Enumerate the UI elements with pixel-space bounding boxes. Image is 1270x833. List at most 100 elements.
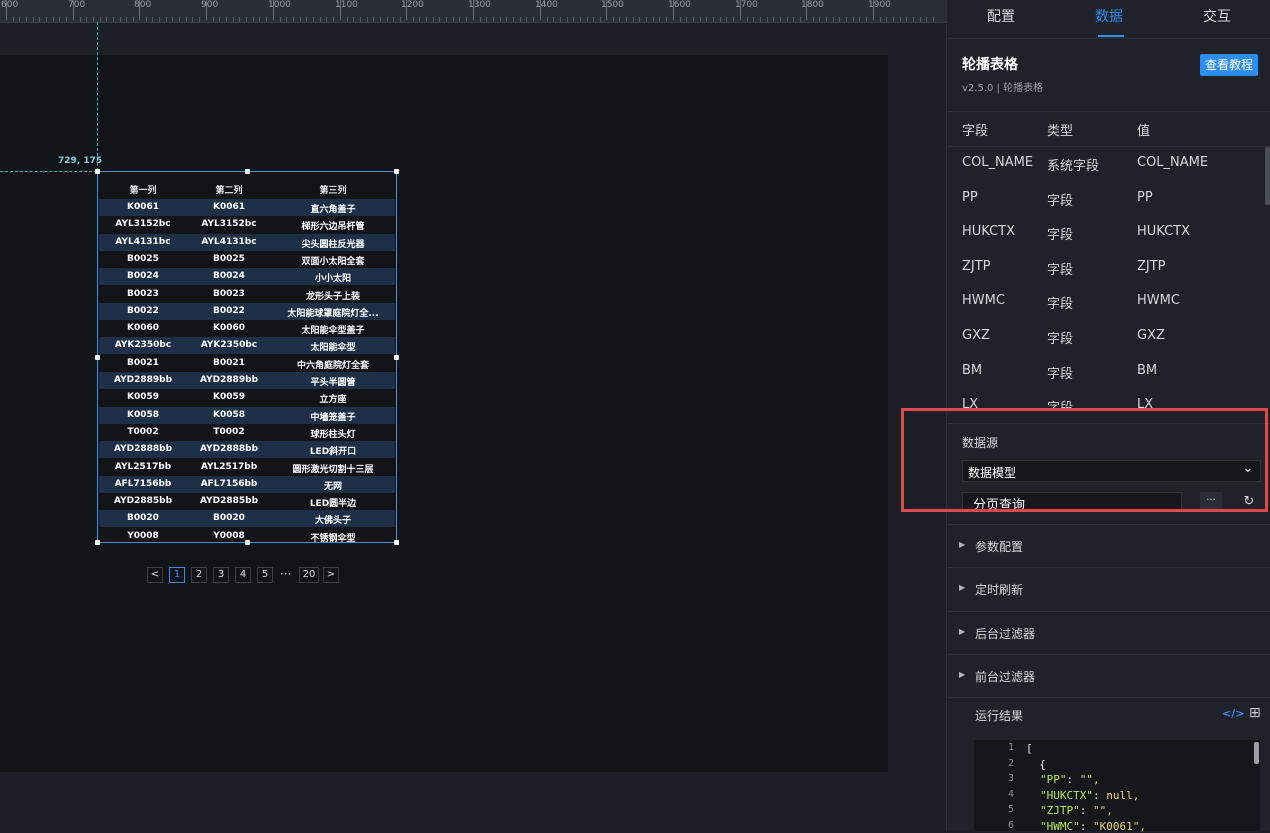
ruler-minor-tick xyxy=(787,17,788,22)
code-view-icon[interactable]: </> xyxy=(1222,707,1244,720)
scrollbar[interactable] xyxy=(1265,147,1270,205)
section-backend-filter[interactable]: ▶ 后台过滤器 xyxy=(947,611,1270,655)
resize-handle[interactable] xyxy=(394,540,399,545)
line-number: 1 xyxy=(1007,742,1014,753)
section-param-config[interactable]: ▶ 参数配置 xyxy=(947,524,1270,568)
ruler-minor-tick xyxy=(433,17,434,22)
table-cell: AYK2350bc xyxy=(114,340,172,351)
json-value: "", xyxy=(1093,804,1113,817)
ruler-minor-tick xyxy=(59,17,60,22)
table-cell: AYD2885bb xyxy=(199,496,259,507)
table-cell: K0060 xyxy=(212,323,246,334)
ruler-minor-tick xyxy=(106,17,107,22)
ruler-minor-tick xyxy=(439,17,440,22)
table-cell: 中六角庭院灯全套 xyxy=(296,360,369,371)
ruler-label: 800 xyxy=(134,0,152,10)
resize-handle[interactable] xyxy=(394,169,399,174)
table-cell: K0059 xyxy=(126,392,160,403)
table-row: B0021 B0021 中六角庭院灯全套 xyxy=(99,355,395,372)
table-view-icon[interactable]: ⊞ xyxy=(1249,705,1261,721)
pagination-page-button[interactable]: 20 xyxy=(299,567,319,583)
table-cell: K0061 xyxy=(212,202,246,212)
table-cell: 中墙笼盖子 xyxy=(310,412,356,423)
field-row[interactable]: COL_NAME 系统字段 COL_NAME xyxy=(947,147,1267,181)
table-cell: AYD2889bb xyxy=(199,375,259,385)
field-row[interactable]: LX 字段 LX xyxy=(947,389,1267,410)
section-frontend-filter[interactable]: ▶ 前台过滤器 xyxy=(947,654,1270,698)
ruler-minor-tick xyxy=(893,17,894,22)
ruler-minor-tick xyxy=(933,17,934,22)
ruler-minor-tick xyxy=(666,17,667,22)
table-cell: B0021 xyxy=(127,357,159,368)
table-cell: 太阳能伞型 xyxy=(310,343,356,354)
ruler-minor-tick xyxy=(179,17,180,22)
ruler-minor-tick xyxy=(573,17,574,22)
ruler-minor-tick xyxy=(633,17,634,22)
scrollbar[interactable] xyxy=(1254,742,1259,764)
ruler-label: 1400 xyxy=(535,0,558,10)
ruler-minor-tick xyxy=(19,17,20,22)
field-cell: 字段 xyxy=(1047,332,1074,347)
ruler-minor-tick xyxy=(286,17,287,22)
tab-data[interactable]: 数据 xyxy=(1055,0,1163,38)
resize-handle[interactable] xyxy=(95,540,100,545)
pagination-page-button[interactable]: 5 xyxy=(257,567,273,583)
pagination-prev-button[interactable]: < xyxy=(147,567,163,583)
column-header: 字段 xyxy=(962,124,989,139)
ruler-minor-tick xyxy=(146,17,147,22)
field-row[interactable]: HUKCTX 字段 HUKCTX xyxy=(947,216,1267,250)
ruler-minor-tick xyxy=(293,17,294,22)
ruler-minor-tick xyxy=(380,17,381,22)
ruler-label: 1200 xyxy=(401,0,424,10)
resize-handle[interactable] xyxy=(95,169,100,174)
pagination-next-button[interactable]: > xyxy=(323,567,339,583)
ruler-minor-tick xyxy=(486,17,487,22)
resize-handle[interactable] xyxy=(245,169,250,174)
carousel-table-widget[interactable]: 第一列 第二列 第三列 K0061 K0061 直六角盖子 AYL3152bc AYL3… xyxy=(95,169,399,545)
pagination-page-button[interactable]: 1 xyxy=(169,567,185,583)
ruler-minor-tick xyxy=(446,17,447,22)
table-cell: T0002 xyxy=(127,426,159,437)
result-code-editor[interactable]: 1 [2 {3 "PP": "", 4 "HUKCTX": null, 5 "ZJTP": … xyxy=(974,740,1260,833)
ruler-minor-tick xyxy=(186,17,187,22)
ruler-minor-tick xyxy=(720,17,721,22)
json-value: "", xyxy=(1079,773,1100,786)
field-row[interactable]: PP 字段 PP xyxy=(947,182,1267,216)
field-row[interactable]: BM 字段 BM xyxy=(947,355,1267,389)
caret-right-icon: ▶ xyxy=(959,583,966,592)
resize-handle[interactable] xyxy=(95,355,100,360)
ruler-minor-tick xyxy=(400,17,401,22)
ruler-label: 600 xyxy=(1,0,19,10)
field-row[interactable]: GXZ 字段 GXZ xyxy=(947,320,1267,354)
section-scheduled-refresh[interactable]: ▶ 定时刷新 xyxy=(947,567,1270,611)
resize-handle[interactable] xyxy=(245,540,250,545)
table-cell: LED圆半边 xyxy=(309,499,357,510)
tab-interaction[interactable]: 交互 xyxy=(1163,0,1270,38)
pagination-page-button[interactable]: 4 xyxy=(235,567,251,583)
field-cell: BM xyxy=(1137,362,1158,378)
pagination-page-button[interactable]: 3 xyxy=(213,567,229,583)
ruler-label: 1100 xyxy=(335,0,358,10)
pagination-page-button[interactable]: 2 xyxy=(191,567,207,583)
resize-handle[interactable] xyxy=(394,355,399,360)
ruler-minor-tick xyxy=(453,17,454,22)
view-tutorial-button[interactable]: 查看教程 xyxy=(1200,54,1258,76)
field-list[interactable]: COL_NAME 系统字段 COL_NAME PP 字段 PP HUKCTX 字段 HUKCTX… xyxy=(947,147,1267,410)
field-cell: ZJTP xyxy=(962,258,991,274)
ruler-minor-tick xyxy=(66,17,67,22)
field-row[interactable]: HWMC 字段 HWMC xyxy=(947,285,1267,319)
divider xyxy=(947,697,1270,698)
json-separator: : xyxy=(1079,804,1093,817)
tab-config[interactable]: 配置 xyxy=(947,0,1055,38)
table-cell: 平头半圆管 xyxy=(310,378,356,388)
field-cell: 字段 xyxy=(1047,366,1074,382)
ruler-minor-tick xyxy=(159,17,160,22)
line-number: 3 xyxy=(1007,773,1014,784)
component-version: v2.5.0 | 轮播表格 xyxy=(962,83,1044,94)
json-key: "ZJTP" xyxy=(1040,804,1080,817)
field-row[interactable]: ZJTP 字段 ZJTP xyxy=(947,251,1267,285)
ruler-label: 700 xyxy=(68,0,86,10)
table-row: AFL7156bb AFL7156bb 无网 xyxy=(99,475,395,493)
ruler-minor-tick xyxy=(26,17,27,22)
ruler-minor-tick xyxy=(547,17,548,22)
